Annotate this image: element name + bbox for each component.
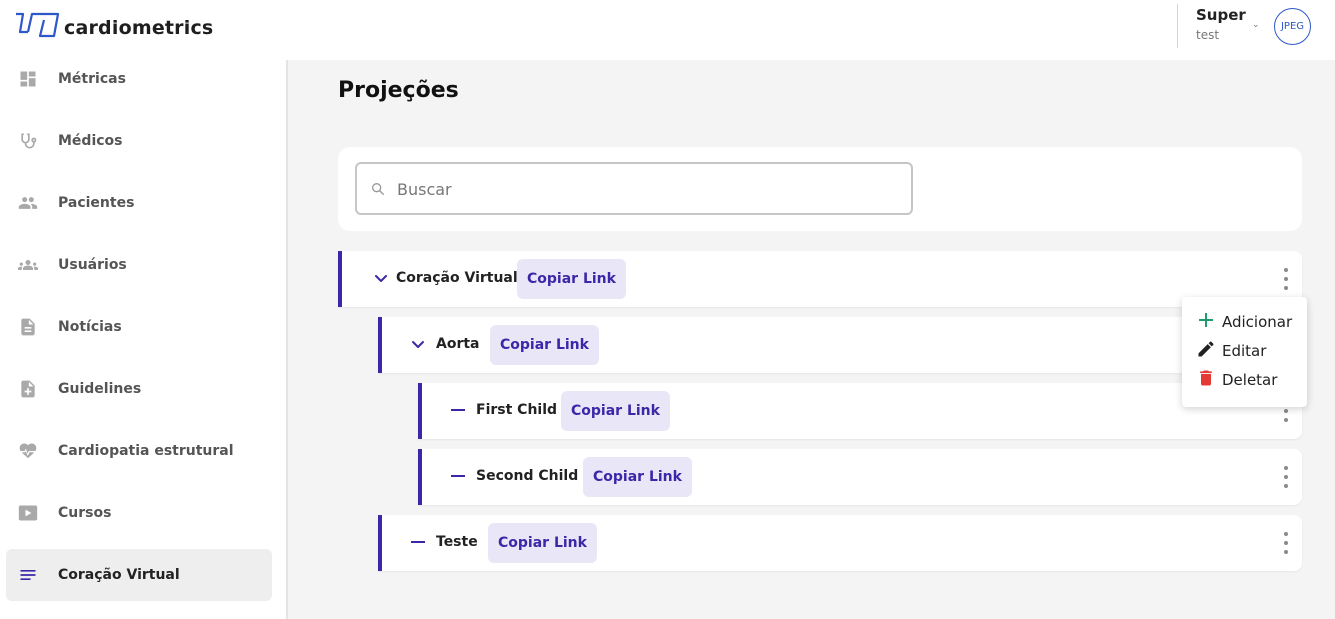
dash-icon: [448, 400, 468, 420]
sidebar-item-metricas[interactable]: Métricas: [6, 53, 272, 105]
plus-icon: [1196, 310, 1216, 334]
sidebar-item-noticias[interactable]: Notícias: [6, 301, 272, 353]
search-icon: [370, 181, 386, 197]
copy-link-button[interactable]: Copiar Link: [490, 325, 599, 365]
search-box[interactable]: [355, 162, 913, 215]
top-header: cardiometrics Super test ⌄ JPEG: [0, 0, 1335, 60]
sidebar-item-coracao-virtual[interactable]: Coração Virtual: [6, 549, 272, 601]
search-input[interactable]: [397, 176, 897, 202]
dash-icon: [408, 532, 428, 552]
stethoscope-icon: [18, 131, 38, 151]
tree-row-label: Coração Virtual: [396, 270, 518, 286]
header-divider: [1177, 4, 1178, 48]
tree-row: First Child Copiar Link: [418, 383, 1302, 439]
menu-item-label: Editar: [1222, 342, 1267, 360]
sidebar-item-guidelines[interactable]: Guidelines: [6, 363, 272, 415]
app-name: cardiometrics: [64, 17, 214, 39]
play-icon: [18, 503, 38, 523]
sidebar-item-cursos[interactable]: Cursos: [6, 487, 272, 539]
more-vert-icon[interactable]: [1276, 264, 1296, 294]
cardiometrics-logo-icon: [14, 10, 60, 46]
pencil-icon: [1196, 339, 1216, 363]
menu-item-label: Adicionar: [1222, 313, 1293, 331]
tree-row-label: Aorta: [436, 336, 480, 352]
heart-pulse-icon: [18, 441, 38, 461]
sidebar-item-label: Coração Virtual: [58, 567, 180, 583]
tree-row: Coração Virtual Copiar Link: [338, 251, 1302, 307]
copy-link-button[interactable]: Copiar Link: [517, 259, 626, 299]
tree-row-label: Second Child: [476, 468, 579, 484]
page-title: Projeções: [338, 78, 459, 103]
user-menu[interactable]: Super test: [1196, 6, 1246, 42]
list-icon: [18, 565, 38, 585]
groups-icon: [18, 255, 38, 275]
sidebar-item-label: Usuários: [58, 257, 127, 273]
tree-row: Teste Copiar Link: [378, 515, 1302, 571]
trash-icon: [1196, 368, 1216, 392]
sidebar-item-cardiopatia-estrutural[interactable]: Cardiopatia estrutural: [6, 425, 272, 477]
chevron-down-icon[interactable]: [371, 268, 391, 288]
more-vert-icon[interactable]: [1276, 528, 1296, 558]
tree-row: Aorta Copiar Link: [378, 317, 1302, 373]
menu-item-deletar[interactable]: Deletar: [1196, 368, 1277, 392]
sidebar-item-label: Métricas: [58, 71, 126, 87]
app-logo[interactable]: cardiometrics: [14, 10, 213, 46]
sidebar-item-medicos[interactable]: Médicos: [6, 115, 272, 167]
sidebar-item-label: Notícias: [58, 319, 122, 335]
sidebar-item-label: Guidelines: [58, 381, 142, 397]
chevron-down-icon[interactable]: ⌄: [1252, 20, 1260, 30]
sidebar-item-label: Cardiopatia estrutural: [58, 443, 234, 459]
sidebar-item-usuarios[interactable]: Usuários: [6, 239, 272, 291]
copy-link-button[interactable]: Copiar Link: [583, 457, 692, 497]
menu-item-editar[interactable]: Editar: [1196, 339, 1266, 363]
tree-row-label: Teste: [436, 534, 478, 550]
copy-link-button[interactable]: Copiar Link: [488, 523, 597, 563]
avatar[interactable]: JPEG: [1274, 8, 1311, 45]
more-vert-icon[interactable]: [1276, 462, 1296, 492]
tree-row: Second Child Copiar Link: [418, 449, 1302, 505]
note-add-icon: [18, 379, 38, 399]
row-actions-menu: Adicionar Editar Deletar: [1182, 297, 1307, 407]
user-name: Super: [1196, 6, 1246, 24]
sidebar-item-label: Cursos: [58, 505, 112, 521]
user-role: test: [1196, 28, 1220, 42]
copy-link-button[interactable]: Copiar Link: [561, 391, 670, 431]
sidebar-item-label: Pacientes: [58, 195, 135, 211]
document-icon: [18, 317, 38, 337]
people-icon: [18, 193, 38, 213]
chevron-down-icon[interactable]: [408, 334, 428, 354]
sidebar: Métricas Médicos Pacientes Usuários Notí…: [0, 60, 288, 619]
dashboard-icon: [18, 69, 38, 89]
tree-row-label: First Child: [476, 402, 558, 418]
sidebar-item-label: Médicos: [58, 133, 123, 149]
sidebar-item-pacientes[interactable]: Pacientes: [6, 177, 272, 229]
search-card: [338, 147, 1302, 231]
menu-item-label: Deletar: [1222, 371, 1278, 389]
menu-item-adicionar[interactable]: Adicionar: [1196, 310, 1292, 334]
dash-icon: [448, 466, 468, 486]
